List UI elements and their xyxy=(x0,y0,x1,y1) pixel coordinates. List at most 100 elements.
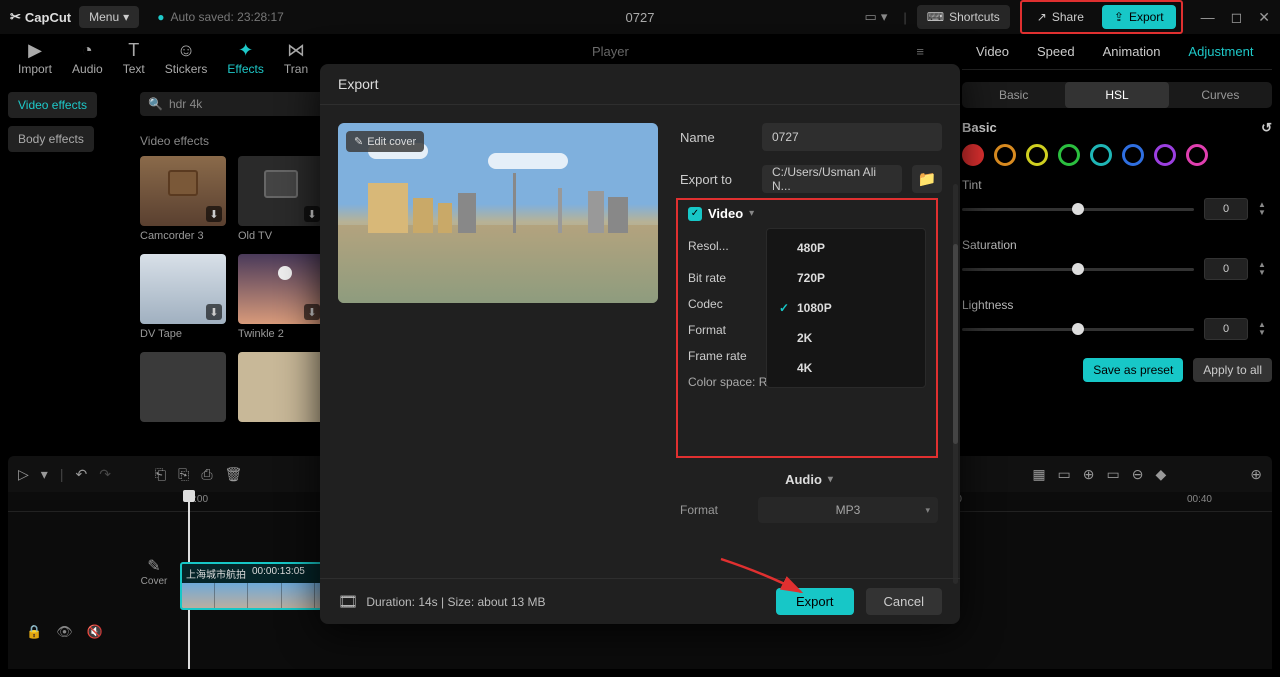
swatch-red[interactable] xyxy=(962,144,984,166)
effect-item[interactable]: ⬇Old TV xyxy=(238,156,324,242)
name-input[interactable] xyxy=(762,123,942,151)
subtab-curves[interactable]: Curves xyxy=(1169,82,1272,108)
delete-icon[interactable]: 🗑 xyxy=(225,466,243,483)
effect-item[interactable] xyxy=(140,352,226,422)
effect-item[interactable] xyxy=(238,352,324,422)
cancel-button[interactable]: Cancel xyxy=(866,588,942,615)
tool-icon[interactable]: ◆ xyxy=(1155,466,1166,483)
export-button-top[interactable]: ⇪Export xyxy=(1102,5,1176,29)
tab-transitions[interactable]: ⋈Tran xyxy=(284,40,308,88)
sidebar-item-body-effects[interactable]: Body effects xyxy=(8,126,94,152)
edit-cover-button[interactable]: ✎Edit cover xyxy=(346,131,424,152)
mute-icon[interactable]: 🔇 xyxy=(87,624,103,640)
swatch-orange[interactable] xyxy=(994,144,1016,166)
swatch-cyan[interactable] xyxy=(1090,144,1112,166)
menu-icon[interactable]: ≡ xyxy=(916,44,924,59)
split-left-icon[interactable]: ⎘ xyxy=(178,466,189,483)
effect-item[interactable]: ⬇DV Tape xyxy=(140,254,226,340)
chevron-down-icon[interactable]: ▾ xyxy=(828,474,833,485)
tab-stickers[interactable]: ☺Stickers xyxy=(165,40,208,88)
stepper[interactable]: ▲▼ xyxy=(1258,261,1272,277)
subtab-basic[interactable]: Basic xyxy=(962,82,1065,108)
tab-video[interactable]: Video xyxy=(962,34,1023,69)
tool-icon[interactable]: ▦ xyxy=(1032,466,1045,483)
apply-all-button[interactable]: Apply to all xyxy=(1193,358,1272,382)
lock-icon[interactable]: 🔒 xyxy=(26,624,42,640)
share-button[interactable]: ↗Share xyxy=(1027,5,1094,29)
stepper[interactable]: ▲▼ xyxy=(1258,321,1272,337)
close-icon[interactable]: ✕ xyxy=(1258,9,1270,26)
reset-icon[interactable]: ↺ xyxy=(1261,120,1272,136)
duration-text: Duration: 14s | Size: about 13 MB xyxy=(366,595,545,609)
swatch-purple[interactable] xyxy=(1154,144,1176,166)
chevron-down-icon[interactable]: ▾ xyxy=(41,466,48,483)
slider-label: Lightness xyxy=(962,298,1272,312)
maximize-icon[interactable]: ◻ xyxy=(1231,9,1243,26)
value-input[interactable] xyxy=(1204,258,1248,280)
tool-icon[interactable]: ▭ xyxy=(1058,466,1071,483)
tab-speed[interactable]: Speed xyxy=(1023,34,1089,69)
split-icon[interactable]: ⎗ xyxy=(155,466,166,483)
tool-icon[interactable]: ⊕ xyxy=(1083,466,1095,483)
slider-track[interactable] xyxy=(962,328,1194,331)
zoom-out-icon[interactable]: ⊖ xyxy=(1132,466,1144,483)
subtab-hsl[interactable]: HSL xyxy=(1065,82,1168,108)
scrollbar-thumb[interactable] xyxy=(953,244,958,444)
resolution-option[interactable]: 4K xyxy=(767,353,925,383)
resolution-option[interactable]: 480P xyxy=(767,233,925,263)
split-right-icon[interactable]: ⎙ xyxy=(201,466,212,483)
video-checkbox[interactable]: ✓ xyxy=(688,207,702,221)
swatch-magenta[interactable] xyxy=(1186,144,1208,166)
tab-adjustment[interactable]: Adjustment xyxy=(1174,34,1267,69)
app-logo: ✂ CapCut xyxy=(10,9,71,25)
tab-import[interactable]: ▶Import xyxy=(18,40,52,88)
slider-thumb[interactable] xyxy=(1072,203,1084,215)
swatch-green[interactable] xyxy=(1058,144,1080,166)
slider-track[interactable] xyxy=(962,208,1194,211)
search-text: hdr 4k xyxy=(169,97,202,111)
redo-icon[interactable]: ↷ xyxy=(99,466,111,483)
menu-button[interactable]: Menu ▾ xyxy=(79,6,139,28)
value-input[interactable] xyxy=(1204,198,1248,220)
minimize-icon[interactable]: — xyxy=(1201,9,1215,26)
resolution-option[interactable]: 720P xyxy=(767,263,925,293)
download-icon[interactable]: ⬇ xyxy=(304,304,320,320)
export-confirm-button[interactable]: Export xyxy=(776,588,854,615)
audio-format-label: Format xyxy=(680,503,750,517)
tab-audio[interactable]: ◔Audio xyxy=(72,40,103,88)
save-preset-button[interactable]: Save as preset xyxy=(1083,358,1183,382)
path-text: C:/Users/Usman Ali N... xyxy=(772,165,892,193)
undo-icon[interactable]: ↶ xyxy=(75,466,87,483)
download-icon[interactable]: ⬇ xyxy=(206,206,222,222)
effect-item[interactable]: ⬇Camcorder 3 xyxy=(140,156,226,242)
zoom-in-icon[interactable]: ⊕ xyxy=(1250,466,1262,483)
value-input[interactable] xyxy=(1204,318,1248,340)
browse-folder-button[interactable]: 📁 xyxy=(912,165,942,193)
resolution-option[interactable]: 2K xyxy=(767,323,925,353)
tab-label: Import xyxy=(18,62,52,76)
resolution-option[interactable]: 1080P xyxy=(767,293,925,323)
stepper[interactable]: ▲▼ xyxy=(1258,201,1272,217)
audio-format-dropdown[interactable]: MP3▾ xyxy=(758,497,938,523)
chevron-down-icon[interactable]: ▾ xyxy=(749,208,754,219)
tool-icon[interactable]: ▭ xyxy=(1107,466,1120,483)
tab-text[interactable]: TText xyxy=(123,40,145,88)
swatch-blue[interactable] xyxy=(1122,144,1144,166)
eye-icon[interactable]: 👁 xyxy=(56,624,73,640)
tab-effects[interactable]: ✦Effects xyxy=(227,40,263,88)
download-icon[interactable]: ⬇ xyxy=(304,206,320,222)
search-input[interactable]: 🔍 hdr 4k xyxy=(140,92,340,116)
effect-item[interactable]: ⬇Twinkle 2 xyxy=(238,254,324,340)
download-icon[interactable]: ⬇ xyxy=(206,304,222,320)
slider-track[interactable] xyxy=(962,268,1194,271)
cover-button[interactable]: ✎Cover xyxy=(134,556,174,587)
slider-thumb[interactable] xyxy=(1072,323,1084,335)
pointer-icon[interactable]: ▷ xyxy=(18,466,29,483)
slider-thumb[interactable] xyxy=(1072,263,1084,275)
shortcuts-button[interactable]: ⌨Shortcuts xyxy=(917,5,1010,29)
scrollbar[interactable] xyxy=(953,184,958,584)
swatch-yellow[interactable] xyxy=(1026,144,1048,166)
sidebar-item-video-effects[interactable]: Video effects xyxy=(8,92,97,118)
tab-animation[interactable]: Animation xyxy=(1089,34,1175,69)
aspect-ratio-button[interactable]: ▭▾ xyxy=(859,5,894,29)
